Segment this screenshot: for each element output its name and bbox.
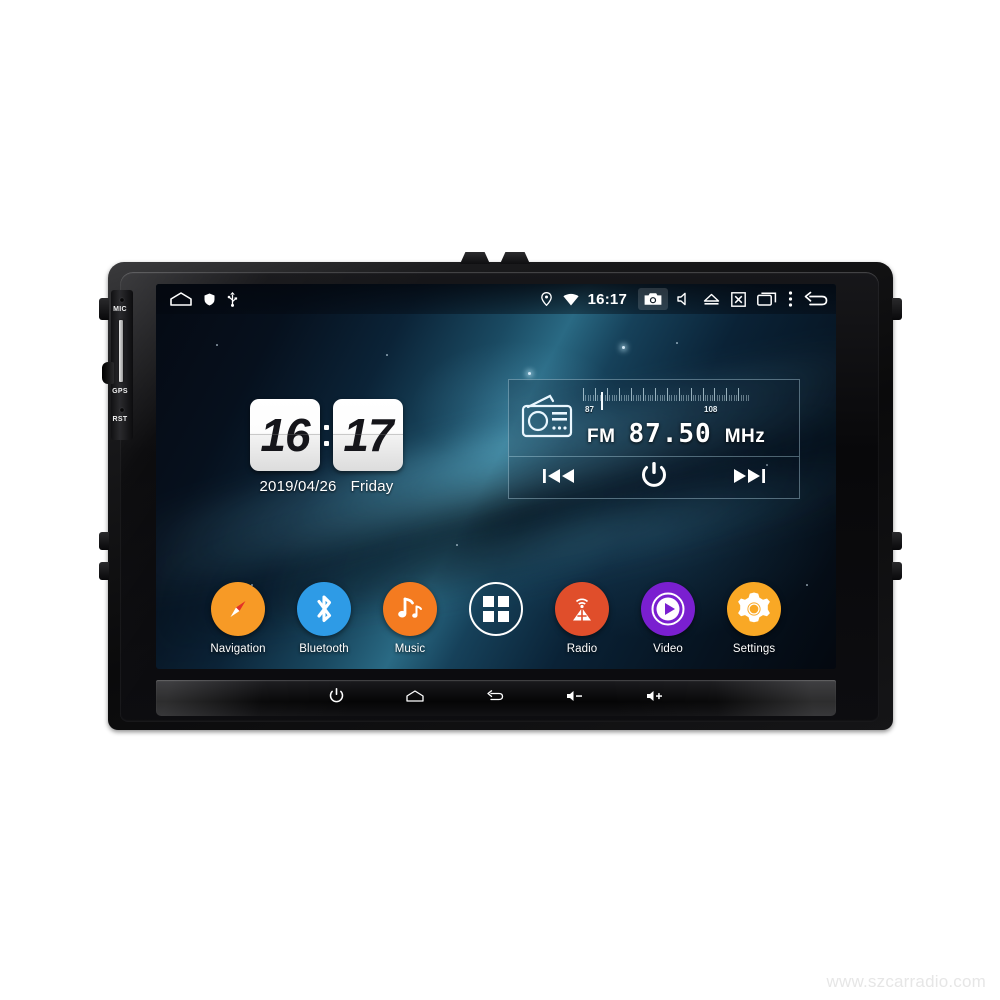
app-label: Radio <box>566 643 598 655</box>
mute-icon[interactable] <box>677 292 692 306</box>
mic-hole <box>120 298 124 302</box>
radio-widget[interactable]: 87 108 FM 87.50 MHz <box>508 379 800 499</box>
back-icon[interactable] <box>486 689 504 707</box>
next-icon[interactable] <box>732 467 766 490</box>
app-label: Settings <box>732 643 776 655</box>
camera-icon[interactable] <box>638 288 668 310</box>
app-label: Video <box>653 643 683 655</box>
star-bright <box>622 346 625 349</box>
touchscreen-display[interactable]: 16:17 16 17 2019/04/26 Friday 87 108 FM … <box>156 284 836 669</box>
clock-minutes: 17 <box>343 409 393 461</box>
clock-date: 2019/04/26 <box>259 478 337 495</box>
home-icon[interactable] <box>405 689 424 707</box>
wifi-icon[interactable] <box>563 293 579 306</box>
side-knob[interactable] <box>102 362 114 384</box>
gps-label: GPS <box>112 388 128 395</box>
location-icon[interactable] <box>540 292 552 306</box>
app-all-apps[interactable] <box>464 582 528 643</box>
mount-ear-left-bottom <box>99 562 109 580</box>
music-note-icon[interactable] <box>383 582 437 636</box>
flip-clock: 16 17 <box>250 399 403 471</box>
rst-label: RST <box>112 416 128 423</box>
volume-down-icon[interactable] <box>566 689 584 707</box>
clock-hours: 16 <box>260 409 310 461</box>
clock-hours-card: 16 <box>250 399 320 471</box>
mount-ear-left-mid <box>99 532 109 550</box>
star <box>216 344 218 346</box>
usb-icon[interactable] <box>227 291 238 307</box>
radio-frequency: 87.50 <box>628 419 712 449</box>
mic-label: MIC <box>113 306 127 313</box>
app-radio[interactable]: Radio <box>550 582 614 655</box>
power-icon[interactable] <box>329 687 344 709</box>
star-bright <box>528 372 531 375</box>
bottom-touch-bar <box>156 680 836 716</box>
star <box>386 354 388 356</box>
eject-icon[interactable] <box>703 293 720 306</box>
site-watermark: www.szcarradio.com <box>826 972 986 991</box>
star <box>456 544 458 546</box>
compass-icon[interactable] <box>211 582 265 636</box>
tuner-max-label: 108 <box>704 405 718 414</box>
clock-colon <box>324 424 329 446</box>
radio-device-icon <box>519 388 579 456</box>
radio-unit: MHz <box>724 426 766 447</box>
status-bar: 16:17 <box>156 284 836 314</box>
play-icon[interactable] <box>641 582 695 636</box>
status-bar-time: 16:17 <box>587 290 627 308</box>
home-icon[interactable] <box>170 292 192 306</box>
mount-ear-right-top <box>892 298 902 320</box>
mount-tab-top-left <box>460 252 490 264</box>
clock-widget[interactable]: 16 17 2019/04/26 Friday <box>250 399 403 495</box>
volume-up-icon[interactable] <box>646 689 664 707</box>
radio-band: FM <box>587 426 616 447</box>
app-label: Bluetooth <box>299 643 349 655</box>
clock-subline: 2019/04/26 Friday <box>250 478 403 495</box>
app-video[interactable]: Video <box>636 582 700 655</box>
mount-tab-top-right <box>500 252 530 264</box>
app-navigation[interactable]: Navigation <box>206 582 270 655</box>
app-dock: Navigation Bluetooth Music Radio Video S… <box>156 582 836 655</box>
app-bluetooth[interactable]: Bluetooth <box>292 582 356 655</box>
clock-minutes-card: 17 <box>333 399 403 471</box>
radio-tower-icon[interactable] <box>555 582 609 636</box>
power-icon[interactable] <box>641 462 667 495</box>
apps-grid-icon[interactable] <box>469 582 523 636</box>
mount-ear-right-bottom <box>892 562 902 580</box>
mount-ear-left-top <box>99 298 109 320</box>
radio-tuner-scale[interactable]: 87 108 <box>583 388 789 414</box>
tuner-min-label: 87 <box>585 405 594 414</box>
car-head-unit-device: MIC GPS RST 16:17 16 17 2019/04/26 Frida… <box>99 252 902 730</box>
app-label: Navigation <box>210 643 266 655</box>
star <box>676 342 678 344</box>
screen-off-icon[interactable] <box>731 291 746 307</box>
bluetooth-icon[interactable] <box>297 582 351 636</box>
recents-icon[interactable] <box>757 292 777 306</box>
previous-icon[interactable] <box>542 467 576 490</box>
clock-weekday: Friday <box>350 478 394 495</box>
reset-hole[interactable] <box>120 408 124 412</box>
app-settings[interactable]: Settings <box>722 582 786 655</box>
app-label: Music <box>394 643 426 655</box>
tuner-tick-marks <box>583 388 789 401</box>
tuner-needle <box>601 392 603 410</box>
sd-card-slot[interactable] <box>119 320 123 382</box>
gear-icon[interactable] <box>727 582 781 636</box>
app-music[interactable]: Music <box>378 582 442 655</box>
mount-ear-right-mid <box>892 532 902 550</box>
overflow-menu-icon[interactable] <box>788 291 793 307</box>
shield-icon[interactable] <box>204 293 215 306</box>
back-icon[interactable] <box>804 291 828 307</box>
